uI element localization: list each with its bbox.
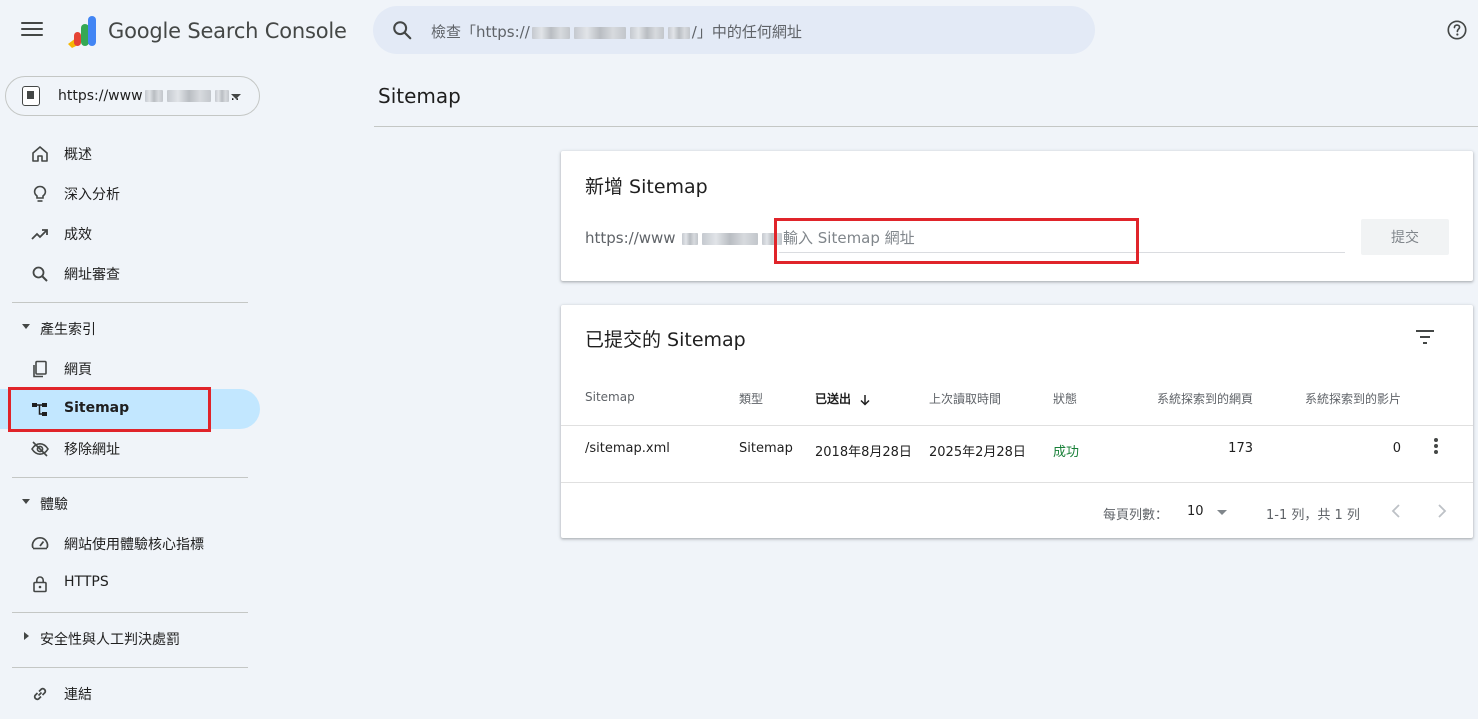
header-divider (374, 126, 1478, 127)
table-footer-divider (561, 482, 1473, 483)
sidebar-item-label: 深入分析 (64, 187, 120, 203)
submitted-sitemaps-title: 已提交的 Sitemap (585, 329, 746, 351)
section-label: 體驗 (40, 497, 68, 513)
column-header-discovered-pages[interactable]: 系統探索到的網頁 (1157, 390, 1253, 407)
chevron-down-icon (231, 94, 241, 99)
search-placeholder: 檢查「https:///」中的任何網址 (431, 23, 802, 41)
sidebar-divider (12, 477, 248, 478)
submitted-sitemaps-card: 已提交的 Sitemap Sitemap 類型 已送出 上次讀取時間 狀態 系統… (561, 305, 1473, 538)
sidebar-item-label: 概述 (64, 147, 92, 163)
search-icon (393, 21, 412, 40)
home-icon (32, 146, 48, 162)
column-header-sitemap[interactable]: Sitemap (585, 390, 635, 404)
table-header-divider (561, 425, 1473, 426)
property-icon (22, 86, 40, 106)
sidebar-item-sitemap[interactable]: Sitemap (0, 389, 260, 429)
search-console-logo (68, 16, 96, 48)
sidebar-item-pages[interactable]: 網頁 (0, 348, 260, 388)
more-options-icon[interactable] (1427, 437, 1445, 459)
column-header-last-read[interactable]: 上次讀取時間 (929, 390, 1001, 407)
sidebar-item-label: HTTPS (64, 574, 109, 590)
rows-per-page-select[interactable]: 10 (1183, 499, 1233, 525)
help-icon[interactable] (1446, 19, 1468, 41)
sidebar-item-label: Sitemap (64, 400, 130, 416)
link-icon (33, 687, 47, 701)
sidebar-divider (12, 667, 248, 668)
column-header-status[interactable]: 狀態 (1053, 390, 1077, 407)
sitemap-icon (32, 403, 47, 416)
sidebar-item-removals[interactable]: 移除網址 (0, 428, 260, 468)
next-page-icon[interactable] (1429, 499, 1453, 523)
url-prefix: https://www (585, 229, 784, 247)
sidebar-item-core-web-vitals[interactable]: 網站使用體驗核心指標 (0, 523, 260, 563)
sidebar-item-performance[interactable]: 成效 (0, 213, 260, 253)
column-header-submitted[interactable]: 已送出 (815, 390, 871, 407)
sidebar-divider (12, 302, 248, 303)
column-header-discovered-videos[interactable]: 系統探索到的影片 (1305, 390, 1401, 407)
main-menu-button[interactable] (21, 22, 43, 40)
arrow-down-icon (860, 394, 870, 406)
add-sitemap-card: 新增 Sitemap https://www 提交 (561, 151, 1473, 281)
caret-down-icon (22, 324, 30, 329)
cell-discovered-videos: 0 (1392, 441, 1401, 456)
sidebar-item-label: 連結 (64, 687, 92, 703)
search-icon (32, 266, 48, 282)
cell-sitemap: /sitemap.xml (585, 441, 670, 456)
sidebar-section-security[interactable]: 安全性與人工判決處罰 (0, 620, 260, 656)
cell-status: 成功 (1053, 445, 1080, 460)
sidebar-item-label: 移除網址 (64, 442, 120, 458)
trending-up-icon (31, 229, 48, 240)
speedometer-icon (31, 537, 49, 550)
sidebar-item-https[interactable]: HTTPS (0, 563, 260, 603)
pages-icon (33, 360, 47, 378)
section-label: 安全性與人工判決處罰 (40, 632, 180, 648)
section-label: 產生索引 (40, 322, 96, 338)
sidebar-section-experience[interactable]: 體驗 (0, 485, 260, 521)
sidebar-item-links[interactable]: 連結 (0, 673, 260, 713)
sidebar-item-url-inspection[interactable]: 網址審查 (0, 253, 260, 293)
cell-type: Sitemap (739, 441, 793, 456)
cell-discovered-pages: 173 (1228, 441, 1253, 456)
property-selector[interactable]: https://www.. (5, 76, 260, 116)
pagination-range: 1-1 列，共 1 列 (1266, 508, 1360, 523)
sidebar-item-label: 成效 (64, 227, 92, 243)
sidebar-item-overview[interactable]: 概述 (0, 133, 260, 173)
sidebar-section-indexing[interactable]: 產生索引 (0, 310, 260, 346)
sidebar-item-label: 網頁 (64, 362, 92, 378)
caret-down-icon (22, 499, 30, 504)
page-title: Sitemap (378, 84, 461, 108)
chevron-down-icon (1217, 510, 1227, 515)
caret-right-icon (24, 632, 29, 640)
app-title: Google Search Console (108, 19, 347, 43)
cell-submitted: 2018年8月28日 (815, 445, 912, 460)
filter-icon[interactable] (1413, 325, 1437, 349)
lock-icon (33, 576, 47, 593)
cell-last-read: 2025年2月28日 (929, 445, 1026, 460)
property-label: https://www.. (58, 88, 240, 104)
sitemap-url-input[interactable] (779, 223, 1345, 253)
eye-off-icon (31, 441, 49, 457)
sidebar-item-insights[interactable]: 深入分析 (0, 173, 260, 213)
rows-per-page-value: 10 (1187, 504, 1204, 519)
sidebar-item-label: 網站使用體驗核心指標 (64, 537, 204, 553)
column-header-type[interactable]: 類型 (739, 390, 763, 407)
submit-button[interactable]: 提交 (1361, 219, 1449, 255)
sidebar-divider (12, 612, 248, 613)
add-sitemap-title: 新增 Sitemap (585, 176, 708, 198)
previous-page-icon[interactable] (1385, 499, 1409, 523)
url-inspection-search[interactable]: 檢查「https:///」中的任何網址 (373, 6, 1095, 54)
lightbulb-icon (33, 185, 47, 202)
sidebar-item-label: 網址審查 (64, 267, 120, 283)
rows-per-page-label: 每頁列數： (1103, 508, 1169, 523)
